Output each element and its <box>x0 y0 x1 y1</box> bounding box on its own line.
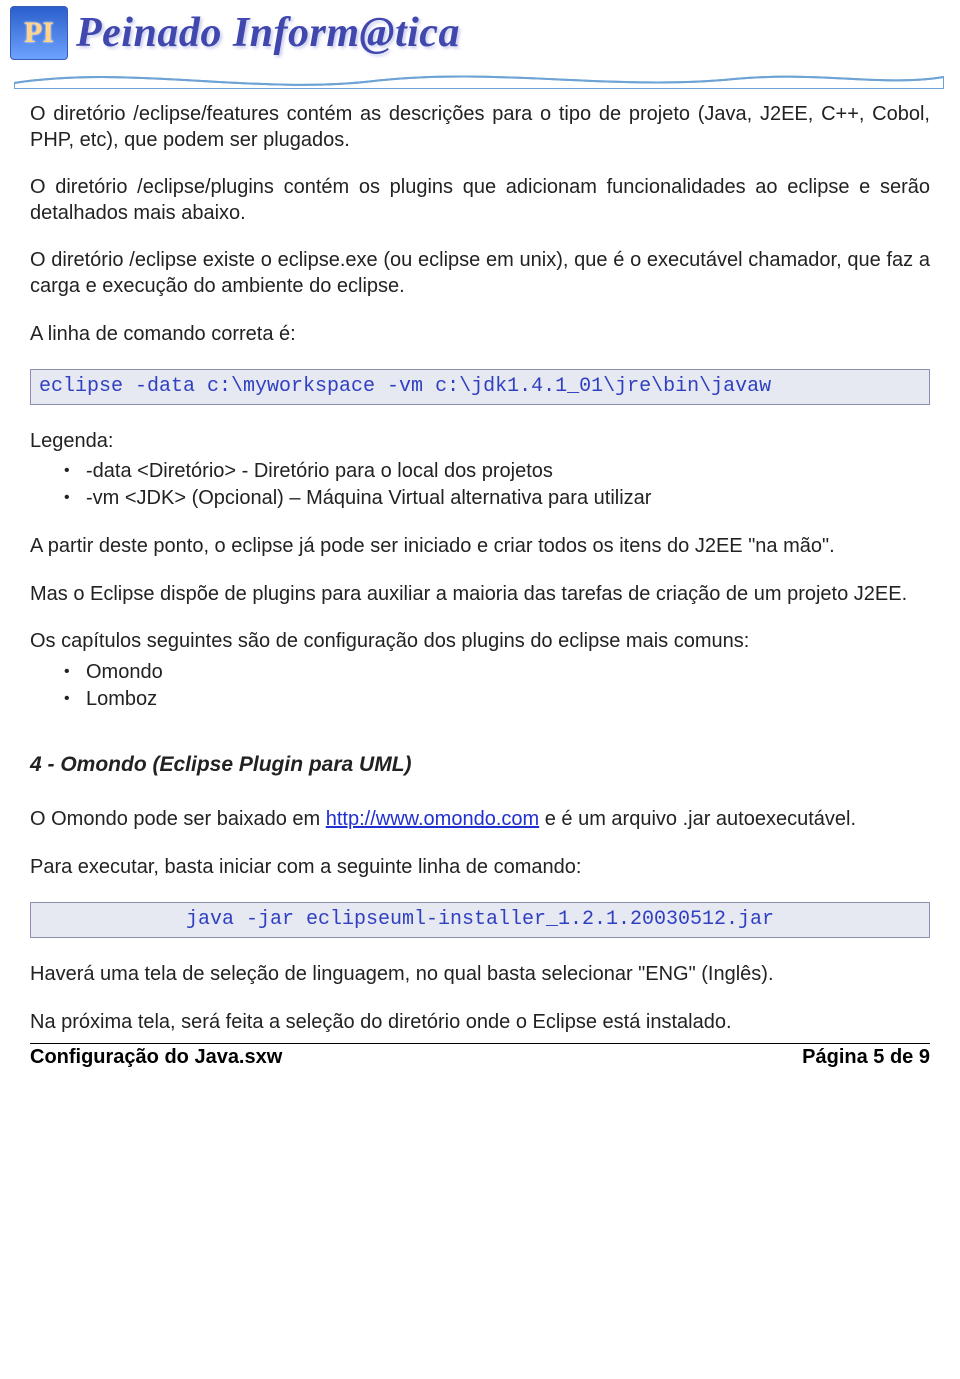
paragraph: O diretório /eclipse/features contém as … <box>30 102 930 153</box>
paragraph: O diretório /eclipse/plugins contém os p… <box>30 175 930 226</box>
paragraph: Na próxima tela, será feita a seleção do… <box>30 1010 930 1036</box>
legend-list: -data <Diretório> - Diretório para o loc… <box>64 458 930 512</box>
paragraph: O diretório /eclipse existe o eclipse.ex… <box>30 248 930 299</box>
list-item: Lomboz <box>64 686 930 713</box>
plugins-list: Omondo Lomboz <box>64 659 930 713</box>
paragraph: Para executar, basta iniciar com a segui… <box>30 855 930 881</box>
code-block: java -jar eclipseuml-installer_1.2.1.200… <box>30 902 930 938</box>
legend-label: Legenda: <box>30 429 930 455</box>
paragraph: Os capítulos seguintes são de configuraç… <box>30 629 930 655</box>
list-item: Omondo <box>64 659 930 686</box>
header-divider-wave-icon <box>14 65 944 89</box>
list-item: -vm <JDK> (Opcional) – Máquina Virtual a… <box>64 485 930 512</box>
brand-logo-icon: PI <box>10 6 68 60</box>
code-block: eclipse -data c:\myworkspace -vm c:\jdk1… <box>30 369 930 405</box>
page: PI Peinado Inform@tica O diretório /ecli… <box>0 0 960 1069</box>
paragraph: Haverá uma tela de seleção de linguagem,… <box>30 962 930 988</box>
paragraph: A linha de comando correta é: <box>30 322 930 348</box>
list-item: -data <Diretório> - Diretório para o loc… <box>64 458 930 485</box>
footer-page-number: Página 5 de 9 <box>802 1046 930 1069</box>
document-body: O diretório /eclipse/features contém as … <box>0 102 960 1035</box>
omondo-link[interactable]: http://www.omondo.com <box>326 808 539 830</box>
brand-title: Peinado Inform@tica <box>76 9 460 57</box>
footer-filename: Configuração do Java.sxw <box>30 1046 282 1069</box>
text: e é um arquivo .jar autoexecutável. <box>539 808 856 830</box>
paragraph: O Omondo pode ser baixado em http://www.… <box>30 807 930 833</box>
text: O Omondo pode ser baixado em <box>30 808 326 830</box>
paragraph: A partir deste ponto, o eclipse já pode … <box>30 534 930 560</box>
section-heading: 4 - Omondo (Eclipse Plugin para UML) <box>30 752 930 779</box>
page-header: PI Peinado Inform@tica <box>0 0 960 102</box>
brand-block: PI Peinado Inform@tica <box>10 6 950 60</box>
page-footer: Configuração do Java.sxw Página 5 de 9 <box>30 1043 930 1069</box>
paragraph: Mas o Eclipse dispõe de plugins para aux… <box>30 582 930 608</box>
